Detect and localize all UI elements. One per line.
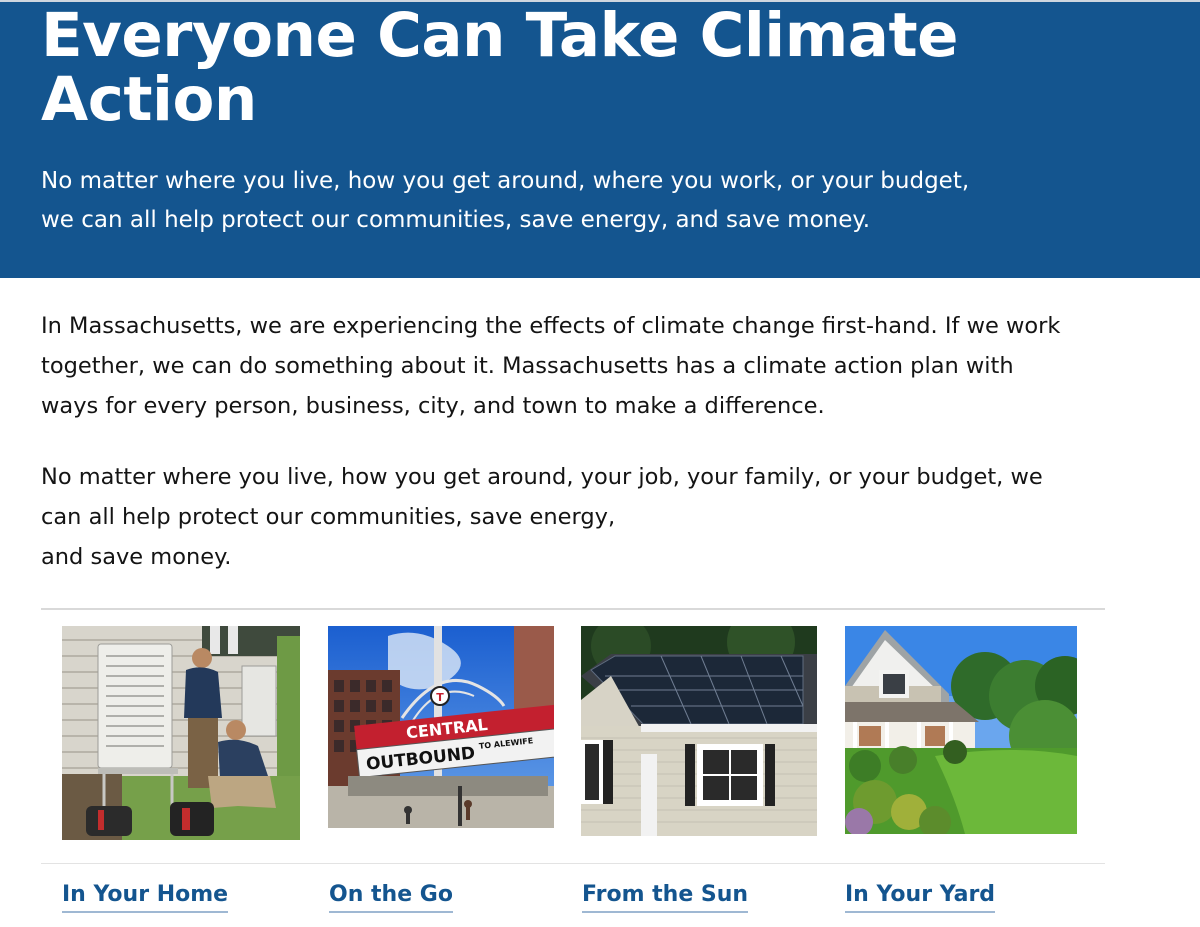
heat-pump-photo — [62, 626, 300, 840]
intro-p1-line-1: In Massachusetts, we are experiencing th… — [41, 313, 1061, 339]
page-title: Everyone Can Take Climate Action — [41, 0, 958, 135]
yard-card-image[interactable] — [845, 626, 1077, 834]
sign-symbol: T — [436, 691, 444, 704]
intro-p2-line-3: and save money. — [41, 544, 232, 570]
intro-p1-line-3: ways for every person, business, city, a… — [41, 393, 825, 419]
divider-top — [41, 608, 1105, 610]
go-card-image[interactable]: T CENTRAL OUTBOUND TO ALEWIFE — [328, 626, 554, 828]
intro-p2-line-2: can all help protect our communities, sa… — [41, 504, 616, 530]
hero-subtitle-line-2: we can all help protect our communities,… — [41, 207, 871, 233]
divider-bottom — [41, 863, 1105, 864]
in-your-home-link[interactable]: In Your Home — [62, 880, 229, 913]
transit-sign-photo: T CENTRAL OUTBOUND TO ALEWIFE — [328, 626, 554, 828]
home-card-image[interactable] — [62, 626, 300, 840]
intro-p2-line-1: No matter where you live, how you get ar… — [41, 464, 1043, 490]
house-yard-photo — [845, 626, 1077, 834]
solar-roof-photo — [581, 626, 817, 836]
hero-subtitle-line-1: No matter where you live, how you get ar… — [41, 168, 970, 194]
sun-card-image[interactable] — [581, 626, 817, 836]
intro-paragraph-2: No matter where you live, how you get ar… — [41, 457, 1111, 577]
intro-section: In Massachusetts, we are experiencing th… — [41, 306, 1111, 577]
on-the-go-link[interactable]: On the Go — [329, 880, 453, 913]
intro-paragraph-1: In Massachusetts, we are experiencing th… — [41, 306, 1111, 426]
from-the-sun-link[interactable]: From the Sun — [582, 880, 749, 913]
in-your-yard-link[interactable]: In Your Yard — [845, 880, 996, 913]
hero-subtitle: No matter where you live, how you get ar… — [41, 162, 1021, 240]
hero-banner: Everyone Can Take Climate Action No matt… — [0, 0, 1200, 278]
intro-p1-line-2: together, we can do something about it. … — [41, 353, 1014, 379]
